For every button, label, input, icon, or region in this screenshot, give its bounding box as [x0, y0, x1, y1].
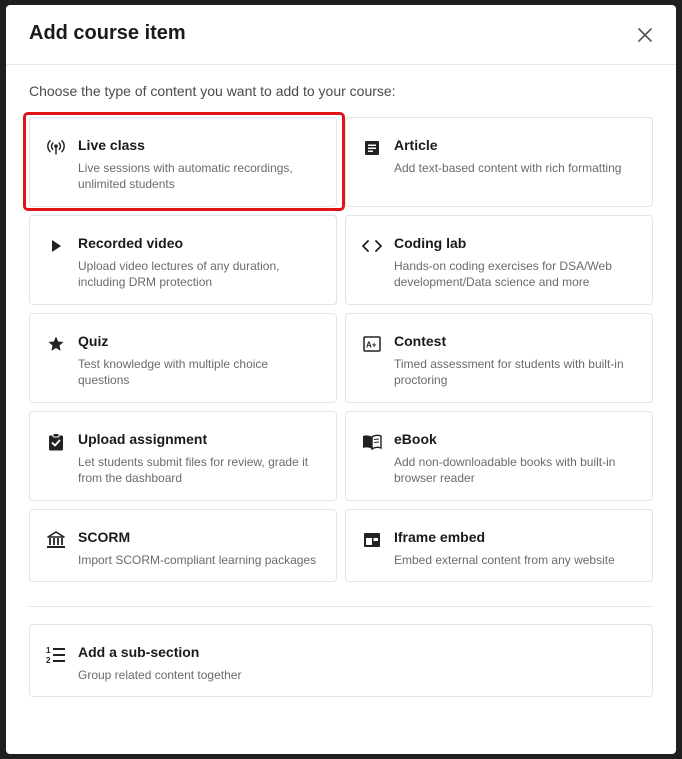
item-ebook[interactable]: eBook Add non-downloadable books with bu… — [345, 411, 653, 501]
item-title: Iframe embed — [394, 529, 486, 545]
institution-icon — [46, 530, 66, 550]
section-divider — [29, 606, 653, 607]
svg-text:1: 1 — [46, 646, 51, 655]
item-description: Add non-downloadable books with built-in… — [394, 455, 616, 485]
dialog-title: Add course item — [29, 22, 186, 44]
item-contest[interactable]: A+ Contest Timed assessment for students… — [345, 313, 653, 403]
item-title: Coding lab — [394, 235, 467, 251]
book-icon — [362, 432, 382, 452]
item-quiz[interactable]: Quiz Test knowledge with multiple choice… — [29, 313, 337, 403]
item-description: Let students submit files for review, gr… — [78, 455, 309, 485]
item-title: Article — [394, 137, 438, 153]
item-description: Import SCORM-compliant learning packages — [78, 553, 317, 567]
item-title: Live class — [78, 137, 145, 153]
item-iframe-embed[interactable]: Iframe embed Embed external content from… — [345, 509, 653, 582]
item-title: SCORM — [78, 529, 131, 545]
item-description: Test knowledge with multiple choice ques… — [78, 357, 269, 387]
close-icon — [638, 28, 652, 42]
item-title: Quiz — [78, 333, 109, 349]
item-description: Upload video lectures of any duration, i… — [78, 259, 280, 289]
item-title: eBook — [394, 431, 437, 447]
item-scorm[interactable]: SCORM Import SCORM-compliant learning pa… — [29, 509, 337, 582]
dialog-subtitle: Choose the type of content you want to a… — [29, 83, 396, 99]
item-coding-lab[interactable]: Coding lab Hands-on coding exercises for… — [345, 215, 653, 305]
item-recorded-video[interactable]: Recorded video Upload video lectures of … — [29, 215, 337, 305]
item-description: Timed assessment for students with built… — [394, 357, 624, 387]
embed-icon — [362, 530, 382, 550]
grade-icon: A+ — [362, 334, 382, 354]
numbered-list-icon: 1 2 — [46, 645, 66, 665]
item-description: Group related content together — [78, 668, 242, 682]
item-add-sub-section[interactable]: 1 2 Add a sub-section Group related cont… — [29, 624, 653, 697]
item-description: Add text-based content with rich formatt… — [394, 161, 622, 175]
article-icon — [362, 138, 382, 158]
item-title: Contest — [394, 333, 447, 349]
item-title: Add a sub-section — [78, 644, 200, 660]
item-title: Upload assignment — [78, 431, 208, 447]
play-icon — [46, 236, 66, 256]
item-live-class[interactable]: Live class Live sessions with automatic … — [29, 117, 337, 207]
item-description: Live sessions with automatic recordings,… — [78, 161, 293, 191]
item-upload-assignment[interactable]: Upload assignment Let students submit fi… — [29, 411, 337, 501]
svg-text:2: 2 — [46, 656, 51, 665]
item-title: Recorded video — [78, 235, 184, 251]
broadcast-icon — [46, 138, 66, 158]
item-article[interactable]: Article Add text-based content with rich… — [345, 117, 653, 207]
add-course-item-dialog: Add course item Choose the type of conte… — [6, 5, 676, 754]
item-description: Embed external content from any website — [394, 553, 615, 567]
dialog-header: Add course item — [6, 5, 676, 65]
code-icon — [362, 236, 382, 256]
close-button[interactable] — [634, 24, 656, 46]
svg-text:A+: A+ — [366, 341, 377, 350]
clipboard-check-icon — [46, 432, 66, 452]
item-description: Hands-on coding exercises for DSA/Web de… — [394, 259, 612, 289]
star-icon — [46, 334, 66, 354]
